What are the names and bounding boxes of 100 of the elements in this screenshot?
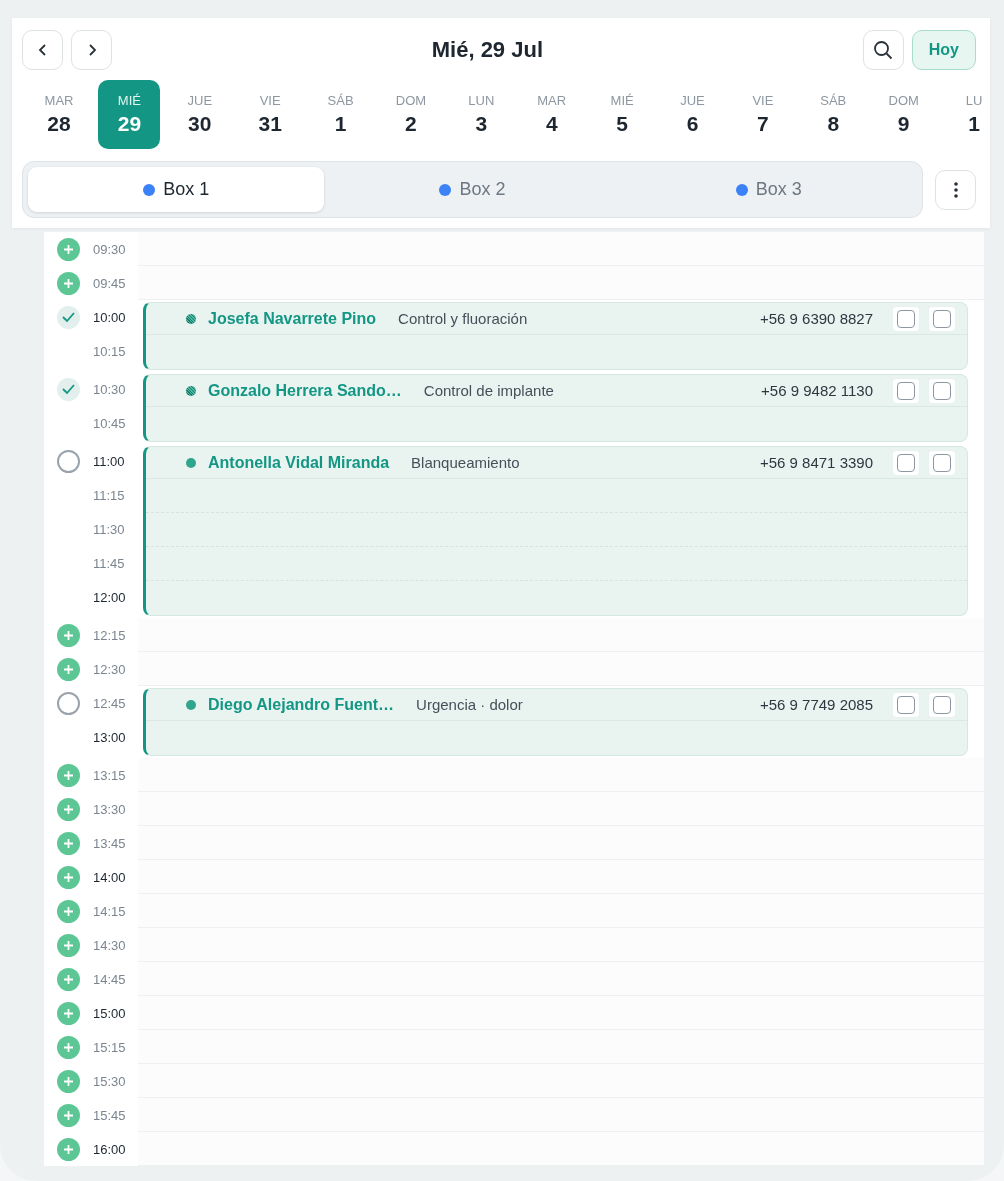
day-button[interactable]: VIE 7 — [731, 80, 794, 149]
appointment-card[interactable]: Diego Alejandro Fuent… Urgencia · dolor +56 9 7749 2085 — [143, 688, 968, 756]
day-button[interactable]: DOM 2 — [379, 80, 442, 149]
day-number: 31 — [258, 112, 282, 136]
box-tab[interactable]: Box 3 — [620, 167, 917, 212]
add-slot-button[interactable] — [57, 1001, 80, 1025]
day-number: 6 — [686, 112, 699, 136]
plus-icon — [63, 837, 74, 849]
time-label: 10:45 — [93, 415, 126, 431]
time-label: 14:15 — [93, 903, 126, 919]
checkbox[interactable] — [929, 306, 955, 331]
add-slot-button[interactable] — [57, 763, 80, 787]
day-button[interactable]: DOM 9 — [872, 80, 935, 149]
check-icon[interactable] — [57, 305, 80, 329]
plus-icon — [63, 663, 74, 675]
add-slot-button[interactable] — [57, 271, 80, 295]
checkbox[interactable] — [893, 306, 919, 331]
appointment-card[interactable]: Josefa Navarrete Pino Control y fluoración +56 9 6390 8827 — [143, 302, 968, 370]
time-label: 09:30 — [93, 241, 126, 257]
weekday-label: JUE — [680, 93, 705, 108]
plus-icon — [63, 939, 74, 951]
day-button[interactable]: MAR 4 — [520, 80, 583, 149]
weekday-label: MIÉ — [610, 93, 634, 108]
circle-icon[interactable] — [57, 691, 80, 715]
add-slot-button[interactable] — [57, 797, 80, 821]
add-slot-button[interactable] — [57, 1035, 80, 1059]
day-button[interactable]: VIE 31 — [239, 80, 302, 149]
add-slot-button[interactable] — [57, 831, 80, 855]
day-button[interactable]: SÁB 8 — [802, 80, 865, 149]
day-button[interactable]: JUE 30 — [168, 80, 231, 149]
time-label: 12:30 — [93, 661, 126, 677]
day-button[interactable]: JUE 6 — [661, 80, 724, 149]
time-label: 13:15 — [93, 767, 126, 783]
day-number: 8 — [827, 112, 840, 136]
checkbox[interactable] — [929, 692, 955, 717]
time-label: 13:30 — [93, 801, 126, 817]
plus-icon — [63, 277, 74, 289]
weekday-label: VIE — [752, 93, 774, 108]
time-label: 14:00 — [93, 869, 126, 885]
checkbox[interactable] — [929, 450, 955, 475]
plus-icon — [63, 769, 74, 781]
box-tab[interactable]: Box 2 — [324, 167, 621, 212]
plus-icon — [63, 973, 74, 985]
day-button[interactable]: MAR 28 — [28, 80, 90, 149]
day-number: 28 — [47, 112, 71, 136]
add-slot-button[interactable] — [57, 237, 80, 261]
weekday-label: LUN — [468, 93, 495, 108]
add-slot-button[interactable] — [57, 1137, 80, 1161]
add-slot-button[interactable] — [57, 1103, 80, 1127]
more-button[interactable] — [935, 169, 976, 210]
add-slot-button[interactable] — [57, 623, 80, 647]
appointment-card[interactable]: Gonzalo Herrera Sando… Control de implante +56 9 9482 1130 — [143, 374, 968, 442]
checkbox[interactable] — [893, 692, 919, 717]
appointment-reason: Urgencia · dolor — [416, 696, 524, 713]
time-label: 11:00 — [93, 453, 125, 469]
patient-name: Antonella Vidal Miranda — [208, 453, 390, 472]
add-slot-button[interactable] — [57, 899, 80, 923]
appointment-card[interactable]: Antonella Vidal Miranda Blanqueamiento +56 9 8471 3390 — [143, 446, 968, 616]
day-button[interactable]: LUN 3 — [450, 80, 513, 149]
phone-number: +56 9 9482 1130 — [761, 382, 873, 399]
dot-icon — [735, 183, 748, 196]
previous-button[interactable] — [22, 30, 63, 70]
time-label: 15:15 — [93, 1039, 126, 1055]
check-icon[interactable] — [57, 377, 80, 401]
time-label: 14:30 — [93, 937, 126, 953]
plus-icon — [63, 243, 74, 255]
weekday-label: DOM — [888, 93, 919, 108]
next-button[interactable] — [71, 30, 112, 70]
add-slot-button[interactable] — [57, 657, 80, 681]
day-button[interactable]: MIÉ 29 — [98, 80, 161, 149]
checkbox[interactable] — [893, 450, 919, 475]
checkbox[interactable] — [929, 378, 955, 403]
add-slot-button[interactable] — [57, 865, 80, 889]
time-label: 09:45 — [93, 275, 126, 291]
weekday-label: MAR — [44, 93, 74, 108]
add-slot-button[interactable] — [57, 933, 80, 957]
plus-icon — [63, 1041, 74, 1053]
day-button[interactable]: LU 1 — [943, 80, 994, 149]
time-label: 12:00 — [93, 589, 126, 605]
day-number: 5 — [616, 112, 628, 136]
dot-icon — [143, 183, 156, 196]
time-label: 14:45 — [93, 971, 126, 987]
appointment-reason: Control y fluoración — [398, 310, 529, 327]
day-number: 1 — [334, 112, 347, 136]
time-label: 11:30 — [93, 521, 125, 537]
box-tab[interactable]: Box 1 — [28, 167, 325, 212]
day-button[interactable]: MIÉ 5 — [591, 80, 654, 149]
checkbox[interactable] — [893, 378, 919, 403]
more-icon — [953, 181, 958, 198]
time-label: 13:45 — [93, 835, 126, 851]
search-button[interactable] — [862, 30, 904, 70]
weekday-label: SÁB — [327, 93, 354, 108]
add-slot-button[interactable] — [57, 1069, 80, 1093]
add-slot-button[interactable] — [57, 967, 80, 991]
phone-number: +56 9 8471 3390 — [759, 454, 873, 471]
weekday-label: JUE — [187, 93, 213, 108]
weekday-label: LU — [965, 93, 983, 108]
weekday-label: VIE — [259, 93, 281, 108]
circle-icon[interactable] — [57, 449, 80, 473]
day-button[interactable]: SÁB 1 — [309, 80, 372, 149]
